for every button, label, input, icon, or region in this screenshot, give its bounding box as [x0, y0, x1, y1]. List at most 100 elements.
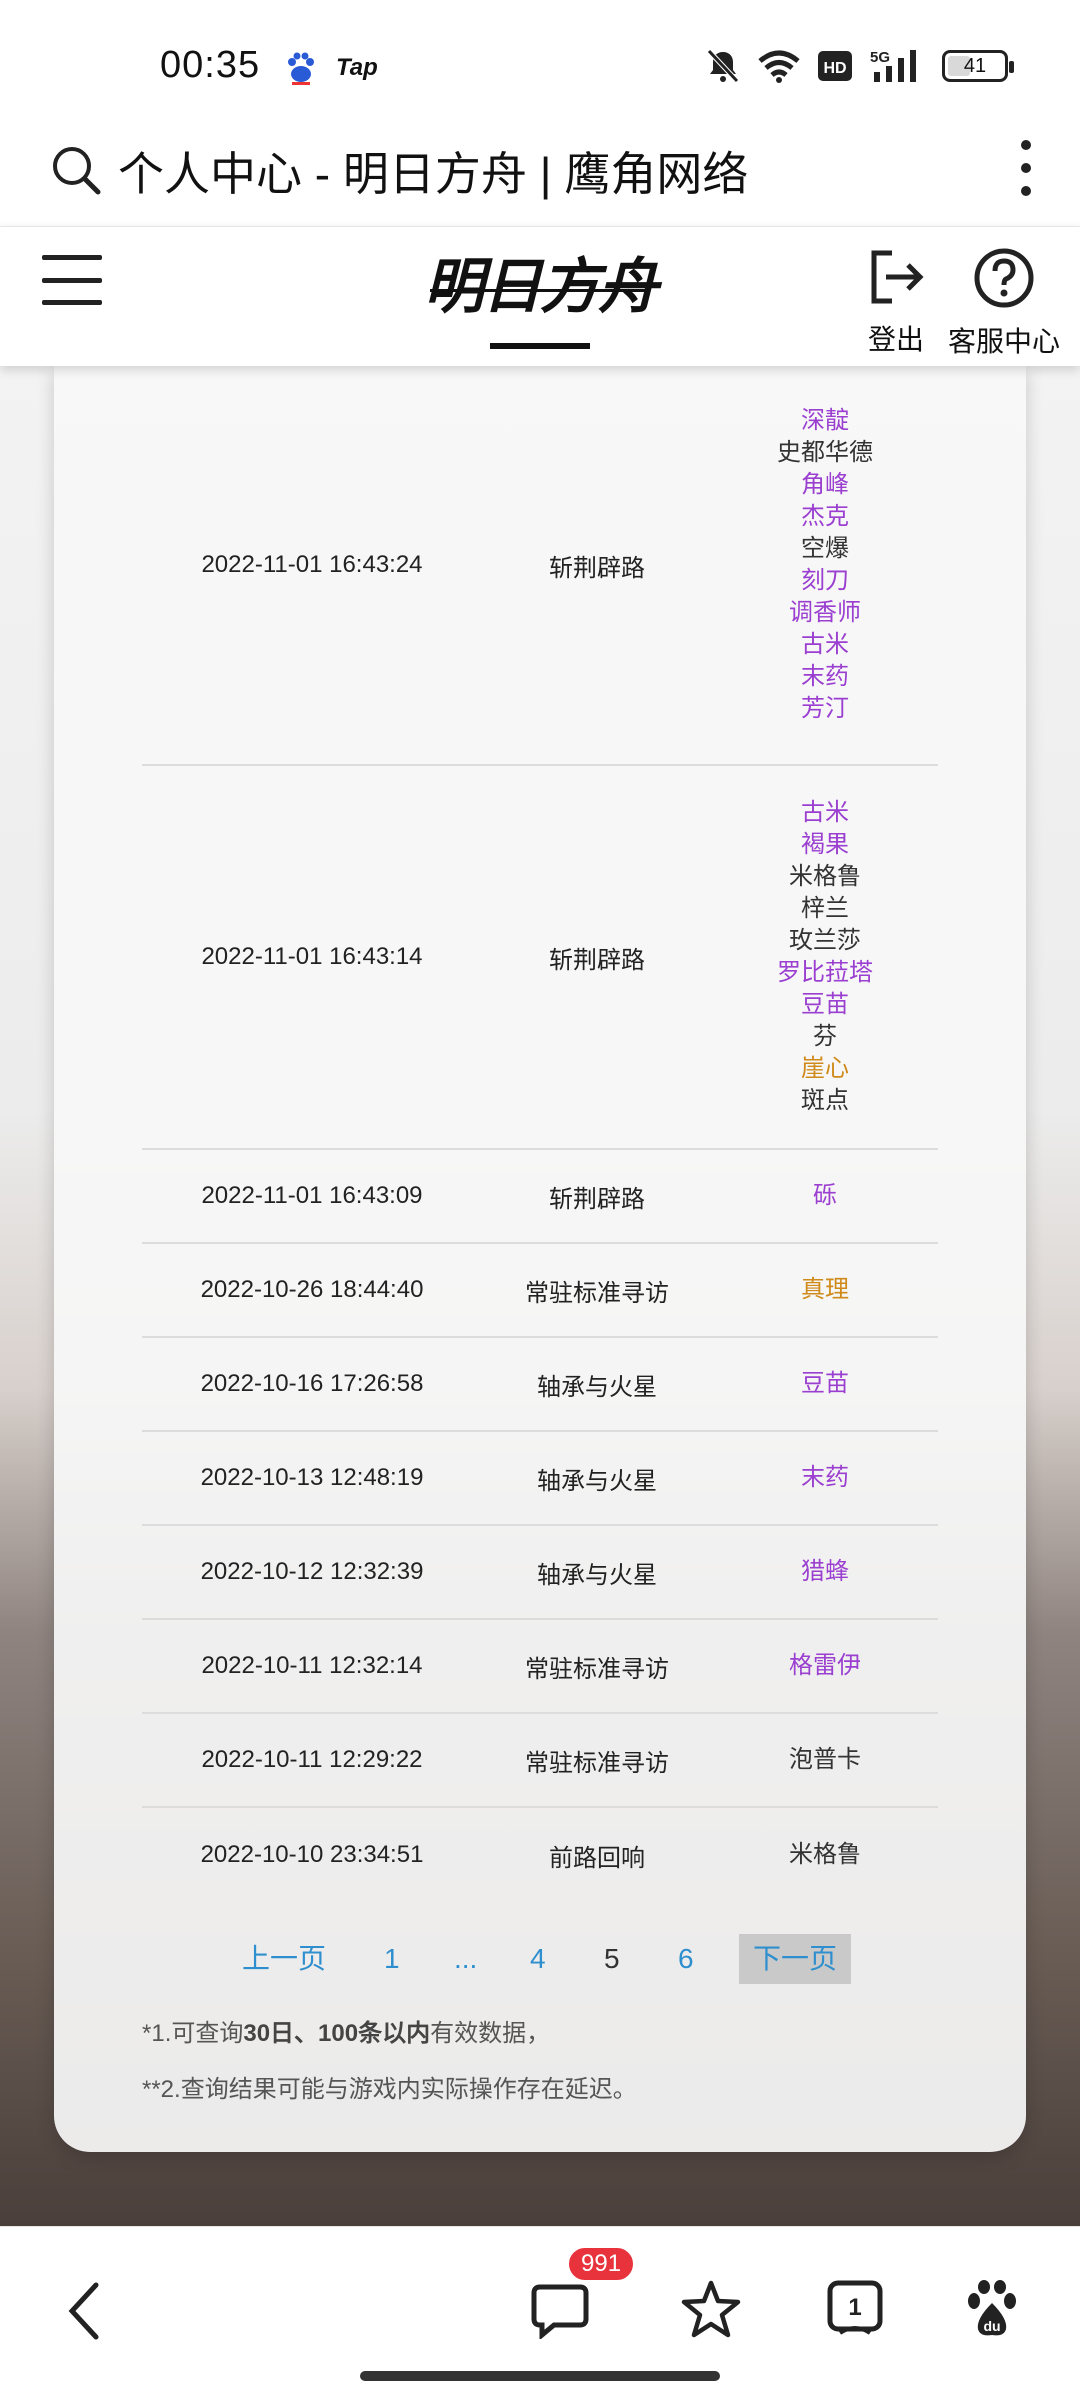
- operator-name: 米格鲁: [789, 1841, 861, 1868]
- operator-name: 古米: [801, 799, 849, 826]
- back-icon[interactable]: [64, 2279, 104, 2343]
- table-row: 2022-10-11 12:32:14 常驻标准寻访 格雷伊: [142, 1620, 938, 1714]
- page-link-4[interactable]: 4: [530, 1934, 546, 1984]
- gacha-history-table: 2022-11-01 16:43:24 斩荆辟路 深靛 史都华德 角峰 杰克 空爆 刻刀 调香师…: [142, 366, 938, 1902]
- tap-app-icon: Tap: [336, 54, 378, 81]
- logout-button[interactable]: 登出: [856, 247, 936, 358]
- record-time: 2022-10-11 12:29:22: [201, 1746, 423, 1773]
- battery-icon: 41: [942, 50, 1014, 82]
- message-badge: 991: [566, 2245, 637, 2283]
- operator-name: 史都华德: [777, 439, 873, 466]
- operator-name: 泡普卡: [789, 1746, 861, 1773]
- record-time: 2022-10-13 12:48:19: [200, 1464, 424, 1491]
- page-link-6[interactable]: 6: [678, 1934, 694, 1984]
- page-title[interactable]: 个人中心 - 明日方舟 | 鹰角网络: [118, 138, 748, 204]
- status-bar: 00:35 Tap HD 5G 41: [0, 0, 1080, 130]
- browser-bottom-nav: 991 1 du: [0, 2226, 1080, 2400]
- table-row: 2022-10-11 12:29:22 常驻标准寻访 泡普卡: [142, 1714, 938, 1808]
- record-pool: 轴承与火星: [537, 1373, 657, 1401]
- 5g-signal-icon: 5G: [870, 49, 916, 82]
- mute-icon: [707, 49, 739, 83]
- hamburger-menu-icon[interactable]: [42, 255, 102, 305]
- operator-name: 米格鲁: [789, 863, 861, 890]
- operator-name: 斑点: [801, 1087, 849, 1114]
- operator-name: 杰克: [801, 503, 849, 530]
- svg-text:5G: 5G: [870, 49, 890, 66]
- arknights-logo[interactable]: 明日方舟: [420, 247, 660, 357]
- record-operators: 深靛 史都华德 角峰 杰克 空爆 刻刀 调香师 古米 末药 芳汀: [712, 405, 938, 725]
- status-time: 00:35: [160, 44, 261, 86]
- record-pool: 常驻标准寻访: [525, 1655, 669, 1683]
- operator-name: 玫兰莎: [789, 927, 861, 954]
- record-pool: 轴承与火星: [537, 1561, 657, 1589]
- operator-name: 罗比菈塔: [777, 959, 873, 986]
- record-operators: 猎蜂: [712, 1556, 938, 1588]
- prev-page-link[interactable]: 上一页: [242, 1934, 326, 1984]
- record-time: 2022-10-16 17:26:58: [200, 1370, 424, 1397]
- record-operators: 泡普卡: [712, 1744, 938, 1776]
- page-link-1[interactable]: 1: [384, 1934, 400, 1984]
- svg-text:1: 1: [848, 2294, 861, 2321]
- table-row: 2022-11-01 16:43:24 斩荆辟路 深靛 史都华德 角峰 杰克 空爆 刻刀 调香师…: [142, 366, 938, 766]
- record-time: 2022-11-01 16:43:24: [201, 551, 423, 578]
- record-pool: 常驻标准寻访: [525, 1279, 669, 1307]
- record-time: 2022-10-11 12:32:14: [201, 1652, 423, 1679]
- operator-name: 末药: [801, 663, 849, 690]
- search-icon[interactable]: [50, 144, 102, 196]
- record-operators: 米格鲁: [712, 1839, 938, 1871]
- site-header: 明日方舟 登出 客服中心: [0, 226, 1080, 366]
- record-operators: 格雷伊: [712, 1650, 938, 1682]
- operator-name: 角峰: [801, 471, 849, 498]
- note-1: *1.可查询30日、100条以内有效数据，: [142, 2020, 551, 2047]
- home-indicator[interactable]: [360, 2371, 720, 2381]
- operator-name: 末药: [801, 1464, 849, 1491]
- browser-address-bar[interactable]: 个人中心 - 明日方舟 | 鹰角网络: [0, 130, 1080, 226]
- operator-name: 褐果: [801, 831, 849, 858]
- svg-text:du: du: [983, 2318, 1000, 2334]
- more-menu-icon[interactable]: [1020, 140, 1032, 196]
- operator-name: 调香师: [789, 599, 861, 626]
- query-notes: *1.可查询30日、100条以内有效数据， **2.查询结果可能与游戏内实际操作…: [142, 2006, 637, 2118]
- baidu-paw-icon[interactable]: du: [964, 2279, 1020, 2339]
- record-time: 2022-10-26 18:44:40: [200, 1276, 424, 1303]
- operator-name: 真理: [801, 1276, 849, 1303]
- table-row: 2022-10-12 12:32:39 轴承与火星 猎蜂: [142, 1526, 938, 1620]
- operator-name: 砾: [813, 1182, 837, 1209]
- message-icon[interactable]: [530, 2279, 590, 2339]
- operator-name: 芳汀: [801, 695, 849, 722]
- table-row: 2022-10-26 18:44:40 常驻标准寻访 真理: [142, 1244, 938, 1338]
- baidu-icon: [288, 52, 314, 85]
- operator-name: 梓兰: [801, 895, 849, 922]
- record-pool: 斩荆辟路: [549, 554, 645, 582]
- operator-name: 豆苗: [801, 1370, 849, 1397]
- record-time: 2022-11-01 16:43:14: [201, 943, 423, 970]
- record-time: 2022-11-01 16:43:09: [201, 1182, 423, 1209]
- battery-level: 41: [963, 54, 987, 77]
- record-operators: 末药: [712, 1462, 938, 1494]
- current-page: 5: [604, 1943, 620, 1974]
- record-operators: 古米 褐果 米格鲁 梓兰 玫兰莎 罗比菈塔 豆苗芬崖心 斑点: [712, 797, 938, 1117]
- record-pool: 斩荆辟路: [549, 946, 645, 974]
- gacha-history-card: 2022-11-01 16:43:24 斩荆辟路 深靛 史都华德 角峰 杰克 空爆 刻刀 调香师…: [54, 366, 1026, 2152]
- operator-name: 古米: [801, 631, 849, 658]
- operator-name: 猎蜂: [801, 1558, 849, 1585]
- tabs-icon[interactable]: 1: [826, 2279, 884, 2339]
- record-pool: 轴承与火星: [537, 1467, 657, 1495]
- table-row: 2022-11-01 16:43:09 斩荆辟路 砾: [142, 1150, 938, 1244]
- customer-service-button[interactable]: 客服中心: [944, 247, 1064, 360]
- logout-icon: [871, 250, 924, 304]
- customer-service-label: 客服中心: [947, 326, 1060, 357]
- next-page-link[interactable]: 下一页: [739, 1934, 852, 1984]
- table-row: 2022-11-01 16:43:14 斩荆辟路 古米 褐果 米格鲁 梓兰 玫兰莎 罗比菈塔豆…: [142, 766, 938, 1150]
- record-operators: 豆苗: [712, 1368, 938, 1400]
- operator-name: 空爆: [801, 535, 849, 562]
- wifi-icon: [758, 50, 800, 83]
- star-icon[interactable]: [680, 2279, 742, 2339]
- operator-name: 芬: [813, 1023, 837, 1050]
- pagination: 上一页 1 ... 4 5 6 下一页: [54, 1934, 1026, 1984]
- operator-name: 深靛: [801, 407, 849, 434]
- record-operators: 砾: [712, 1180, 938, 1212]
- record-time: 2022-10-12 12:32:39: [200, 1558, 424, 1585]
- table-row: 2022-10-13 12:48:19 轴承与火星 末药: [142, 1432, 938, 1526]
- record-time: 2022-10-10 23:34:51: [200, 1841, 424, 1868]
